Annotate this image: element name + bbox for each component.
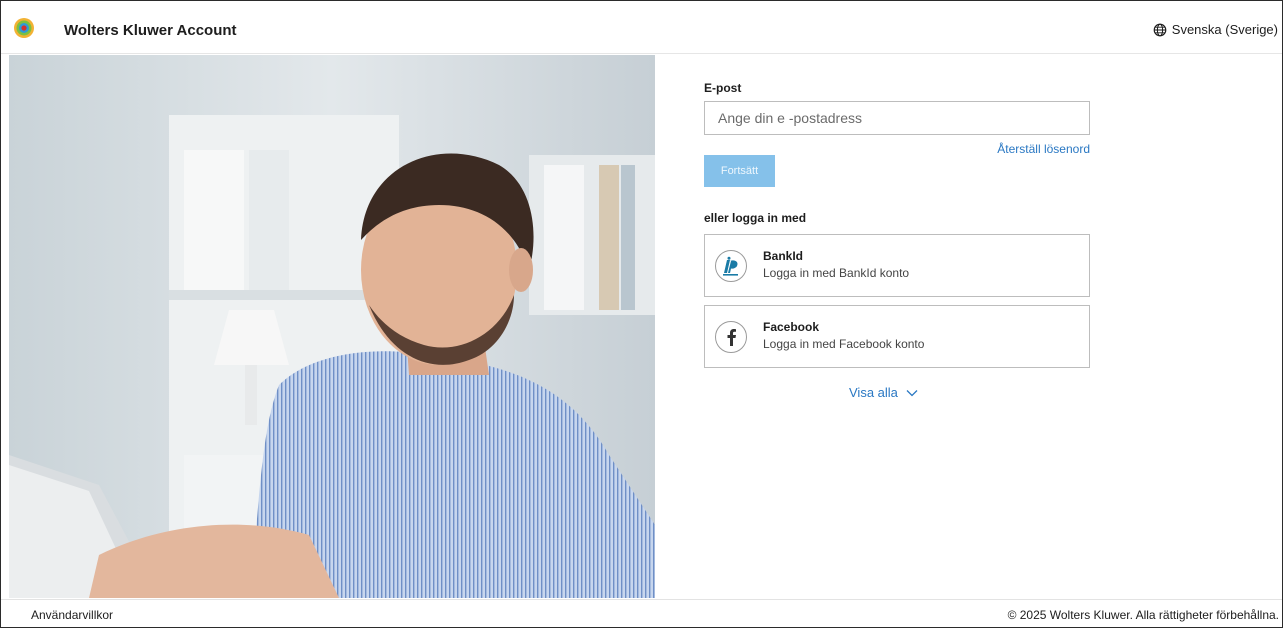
bankid-login-button[interactable]: BankId Logga in med BankId konto xyxy=(704,234,1090,297)
facebook-title: Facebook xyxy=(763,320,820,334)
wolters-kluwer-logo-icon[interactable] xyxy=(13,17,35,39)
or-login-with-label: eller logga in med xyxy=(704,211,807,225)
language-label: Svenska (Sverige) xyxy=(1171,22,1278,37)
continue-button[interactable]: Fortsätt xyxy=(704,155,775,187)
facebook-icon xyxy=(715,321,747,353)
bankid-subtitle: Logga in med BankId konto xyxy=(763,266,910,280)
show-all-label: Visa alla xyxy=(849,385,898,400)
page-frame: Wolters Kluwer Account Svenska (Sverige) xyxy=(0,0,1283,628)
chevron-down-icon xyxy=(906,389,918,396)
photo-man-at-laptop-icon xyxy=(9,55,655,598)
language-selector[interactable]: Svenska (Sverige) xyxy=(1153,22,1278,37)
bankid-icon xyxy=(715,250,747,282)
top-header: Wolters Kluwer Account Svenska (Sverige) xyxy=(1,1,1282,54)
login-panel: E-post Återställ lösenord Fortsätt eller… xyxy=(704,81,1090,400)
globe-icon xyxy=(1153,23,1167,36)
facebook-subtitle: Logga in med Facebook konto xyxy=(763,337,925,351)
copyright-text: © 2025 Wolters Kluwer. Alla rättigheter … xyxy=(1007,608,1279,622)
email-input[interactable] xyxy=(704,101,1090,135)
page-footer: Användarvillkor © 2025 Wolters Kluwer. A… xyxy=(1,599,1282,627)
brand-title: Wolters Kluwer Account xyxy=(64,22,237,39)
facebook-login-button[interactable]: Facebook Logga in med Facebook konto xyxy=(704,305,1090,368)
email-label: E-post xyxy=(704,81,742,95)
hero-image xyxy=(9,55,655,598)
terms-link[interactable]: Användarvillkor xyxy=(31,608,113,622)
show-all-button[interactable]: Visa alla xyxy=(849,385,918,400)
reset-password-link[interactable]: Återställ lösenord xyxy=(997,142,1090,156)
bankid-title: BankId xyxy=(763,249,804,263)
